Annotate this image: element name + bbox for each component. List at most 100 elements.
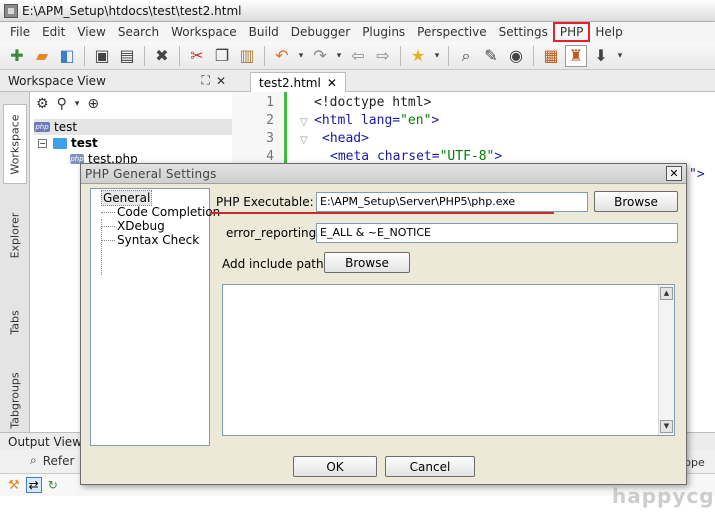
menu-settings[interactable]: Settings	[493, 23, 554, 41]
open-workspace-icon[interactable]: ◧	[56, 45, 78, 67]
output-tab-partial[interactable]: ppe	[684, 456, 705, 469]
debug-icon[interactable]: ⬇	[590, 45, 612, 67]
window-title: E:\APM_Setup\htdocs\test\test2.html	[22, 3, 242, 18]
menu-php[interactable]: PHP	[552, 22, 591, 42]
fold-arrow-icon[interactable]: ▽	[300, 117, 308, 128]
swap-icon[interactable]: ⇄	[25, 477, 42, 493]
settings-sliders-icon[interactable]: ⚙	[36, 96, 49, 112]
debug-dropdown-icon[interactable]: ▾	[615, 45, 625, 67]
hammer-icon[interactable]: ⚒	[8, 478, 20, 493]
include-path-scrollbar[interactable]: ▲ ▼	[658, 285, 674, 435]
annotation-underline	[210, 212, 554, 214]
side-tab-tabgroups[interactable]: Tabgroups	[3, 364, 27, 436]
find-icon[interactable]: ⌕	[455, 45, 477, 67]
output-tab-references[interactable]: ⌕ Refer	[30, 453, 74, 468]
pin-dropdown-icon[interactable]: ▾	[75, 99, 80, 109]
code-line-1: <!doctype html>	[314, 95, 432, 110]
include-path-label: Add include path:	[222, 257, 328, 271]
find-in-files-icon[interactable]: ◉	[505, 45, 527, 67]
new-file-icon[interactable]: ✚	[6, 45, 28, 67]
menu-bar: File Edit View Search Workspace Build De…	[0, 22, 715, 42]
add-circle-icon[interactable]: ⊕	[87, 96, 99, 112]
save-all-icon[interactable]: ▤	[116, 45, 138, 67]
nav-general[interactable]: General	[101, 190, 153, 206]
paste-icon[interactable]: ▥	[236, 45, 258, 67]
tree-workspace-node[interactable]: php test	[34, 119, 232, 135]
ok-button[interactable]: OK	[293, 456, 377, 477]
toolbar-separator	[448, 45, 449, 66]
bookmark-star-icon[interactable]: ★	[407, 45, 429, 67]
back-icon[interactable]: ⇦	[347, 45, 369, 67]
menu-help[interactable]: Help	[589, 23, 628, 41]
error-reporting-input[interactable]: E_ALL & ~E_NOTICE	[316, 223, 678, 243]
toolbar-separator	[264, 45, 265, 66]
redo-icon[interactable]: ↷	[309, 45, 331, 67]
dialog-title: PHP General Settings	[85, 166, 217, 181]
app-icon	[4, 3, 18, 18]
nav-code-completion[interactable]: Code Completion	[101, 205, 220, 219]
folder-icon	[53, 137, 67, 149]
include-path-browse-button[interactable]: Browse	[324, 252, 410, 273]
menu-workspace[interactable]: Workspace	[165, 23, 243, 41]
code-line-4: <meta charset="UTF-8">	[330, 149, 503, 164]
build-icon[interactable]: ▦	[540, 45, 562, 67]
dialog-close-icon[interactable]: ✕	[666, 166, 682, 181]
redo-green-icon[interactable]: ↻	[48, 478, 58, 492]
php-executable-browse-button[interactable]: Browse	[594, 191, 678, 212]
php-executable-input[interactable]: E:\APM_Setup\Server\PHP5\php.exe	[316, 192, 588, 212]
scroll-up-icon[interactable]: ▲	[660, 287, 673, 300]
tab-close-icon[interactable]: ✕	[327, 76, 337, 90]
undo-dropdown-icon[interactable]: ▾	[296, 45, 306, 67]
menu-plugins[interactable]: Plugins	[356, 23, 411, 41]
toolbar-separator	[533, 45, 534, 66]
menu-perspective[interactable]: Perspective	[411, 23, 493, 41]
forward-icon[interactable]: ⇨	[372, 45, 394, 67]
side-tab-workspace[interactable]: Workspace	[3, 104, 27, 184]
menu-file[interactable]: File	[4, 23, 36, 41]
line-number: 2	[266, 113, 274, 128]
pin-icon[interactable]: ⚲	[57, 96, 67, 112]
side-tab-tabs[interactable]: Tabs	[3, 292, 27, 352]
panel-close-icon[interactable]: ✕	[216, 74, 226, 88]
search-icon: ⌕	[30, 453, 37, 467]
menu-view[interactable]: View	[71, 23, 111, 41]
dialog-title-bar: PHP General Settings ✕	[81, 164, 686, 184]
tree-project-node[interactable]: − test	[38, 135, 98, 151]
code-line-3: <head>	[322, 131, 369, 146]
collapse-icon[interactable]: −	[38, 138, 47, 148]
maximize-icon[interactable]: ⛶	[202, 73, 210, 88]
title-bar: E:\APM_Setup\htdocs\test\test2.html	[0, 0, 715, 22]
main-toolbar: ✚ ▰ ◧ ▣ ▤ ✖ ✂ ❐ ▥ ↶ ▾ ↷ ▾ ⇦ ⇨ ★ ▾ ⌕ ✎ ◉ …	[0, 42, 715, 70]
find-replace-icon[interactable]: ✎	[480, 45, 502, 67]
undo-icon[interactable]: ↶	[271, 45, 293, 67]
line-number: 4	[266, 149, 274, 164]
build-config-icon[interactable]: ♜	[565, 44, 587, 67]
menu-search[interactable]: Search	[112, 23, 165, 41]
workspace-tools: ⚙ ⚲ ▾ ⊕	[30, 92, 232, 116]
output-body	[0, 496, 715, 518]
scroll-down-icon[interactable]: ▼	[660, 420, 673, 433]
nav-syntax-check[interactable]: Syntax Check	[101, 233, 199, 247]
close-icon[interactable]: ✖	[151, 45, 173, 67]
side-tab-explorer[interactable]: Explorer	[3, 200, 27, 270]
bookmark-dropdown-icon[interactable]: ▾	[432, 45, 442, 67]
settings-nav: General Code Completion XDebug Syntax Ch…	[90, 188, 220, 446]
cancel-button[interactable]: Cancel	[385, 456, 475, 477]
menu-edit[interactable]: Edit	[36, 23, 71, 41]
toolbar-separator	[84, 45, 85, 66]
redo-dropdown-icon[interactable]: ▾	[334, 45, 344, 67]
menu-build[interactable]: Build	[243, 23, 285, 41]
line-number: 1	[266, 95, 274, 110]
open-folder-icon[interactable]: ▰	[31, 45, 53, 67]
copy-icon[interactable]: ❐	[211, 45, 233, 67]
side-tab-bar: Workspace Explorer Tabs Tabgroups	[0, 92, 30, 432]
nav-xdebug[interactable]: XDebug	[101, 219, 165, 233]
cut-icon[interactable]: ✂	[186, 45, 208, 67]
php-workspace-icon: php	[34, 122, 50, 132]
include-path-list[interactable]: ▲ ▼	[222, 284, 675, 436]
save-icon[interactable]: ▣	[91, 45, 113, 67]
editor-tab-test2[interactable]: test2.html ✕	[250, 72, 346, 92]
menu-debugger[interactable]: Debugger	[285, 23, 356, 41]
editor-tab-bar: test2.html ✕	[232, 70, 715, 92]
fold-arrow-icon[interactable]: ▽	[300, 135, 308, 146]
